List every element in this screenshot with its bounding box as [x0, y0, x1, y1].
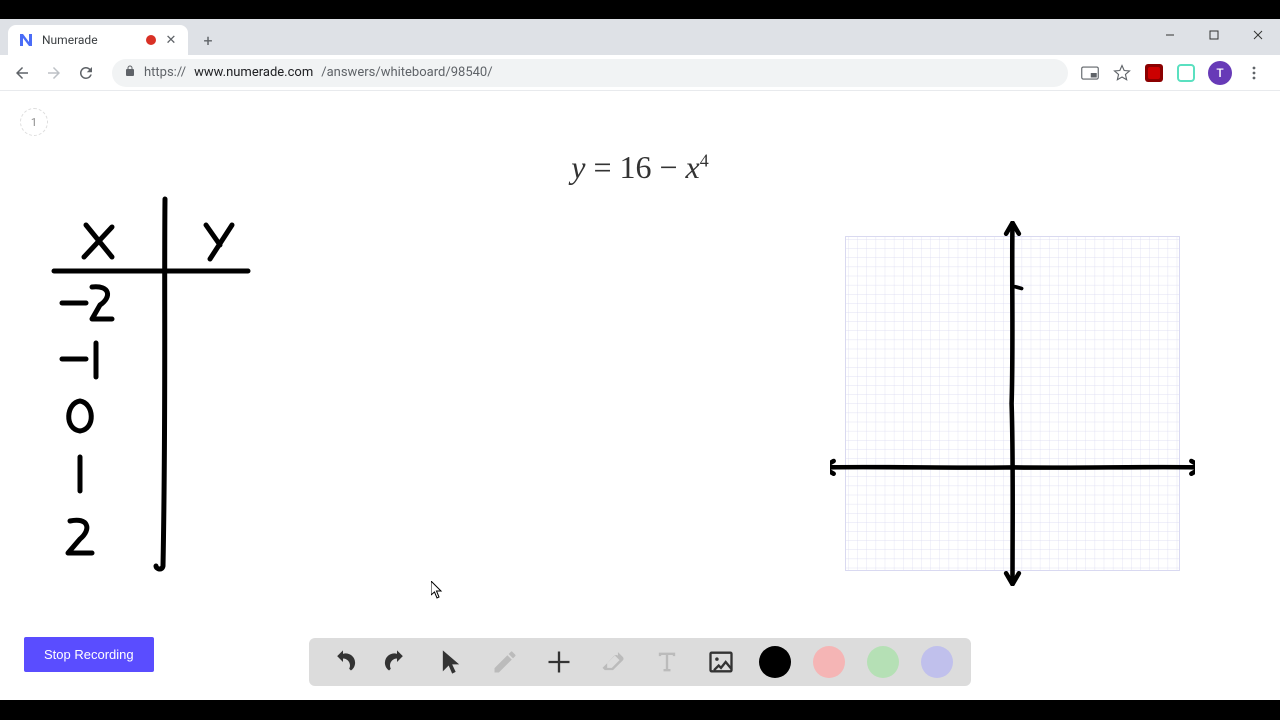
add-tool[interactable] — [543, 646, 575, 678]
url-box[interactable]: https:// www.numerade.com/answers/whitebo… — [112, 59, 1068, 87]
color-black[interactable] — [759, 646, 791, 678]
letterbox-top — [0, 0, 1280, 19]
reload-button[interactable] — [72, 59, 100, 87]
new-tab-button[interactable]: + — [194, 26, 222, 54]
window-controls — [1148, 19, 1280, 51]
tab-numerade[interactable]: Numerade ✕ — [8, 25, 188, 55]
bookmark-button[interactable] — [1112, 63, 1132, 83]
whiteboard-toolbar — [309, 638, 971, 686]
chrome-menu-button[interactable] — [1244, 63, 1264, 83]
text-tool[interactable] — [651, 646, 683, 678]
tab-title: Numerade — [42, 33, 138, 47]
extension-green-icon[interactable] — [1176, 63, 1196, 83]
close-window-button[interactable] — [1236, 19, 1280, 51]
url-path: /answers/whiteboard/98540/ — [321, 65, 492, 80]
addr-icons: T — [1080, 61, 1272, 85]
profile-avatar[interactable]: T — [1208, 61, 1232, 85]
extension-ublock-icon[interactable] — [1144, 63, 1164, 83]
lock-icon — [124, 65, 136, 81]
back-button[interactable] — [8, 59, 36, 87]
redo-button[interactable] — [381, 646, 413, 678]
pencil-tool[interactable] — [489, 646, 521, 678]
color-purple[interactable] — [921, 646, 953, 678]
minimize-button[interactable] — [1148, 19, 1192, 51]
letterbox-bottom — [0, 700, 1280, 720]
forward-button[interactable] — [40, 59, 68, 87]
tab-strip: Numerade ✕ + — [0, 19, 1280, 55]
color-green[interactable] — [867, 646, 899, 678]
stop-recording-button[interactable]: Stop Recording — [24, 637, 154, 672]
stop-recording-label: Stop Recording — [44, 647, 134, 662]
numerade-favicon-icon — [18, 32, 34, 48]
pointer-tool[interactable] — [435, 646, 467, 678]
eraser-tool[interactable] — [597, 646, 629, 678]
recording-indicator-icon — [146, 35, 156, 45]
image-tool[interactable] — [705, 646, 737, 678]
url-scheme: https:// — [144, 65, 186, 80]
avatar-initial: T — [1216, 66, 1223, 80]
color-pink[interactable] — [813, 646, 845, 678]
url-host: www.numerade.com — [194, 65, 313, 80]
browser-window: Numerade ✕ + — [0, 19, 1280, 700]
tab-close-button[interactable]: ✕ — [164, 33, 178, 47]
media-indicator-icon[interactable] — [1080, 63, 1100, 83]
undo-button[interactable] — [327, 646, 359, 678]
handwriting-layer — [0, 91, 1280, 700]
cursor-icon — [431, 581, 443, 599]
maximize-button[interactable] — [1192, 19, 1236, 51]
address-bar: https:// www.numerade.com/answers/whitebo… — [0, 55, 1280, 91]
whiteboard-content[interactable]: 1 y = 16 − x4 — [0, 91, 1280, 700]
